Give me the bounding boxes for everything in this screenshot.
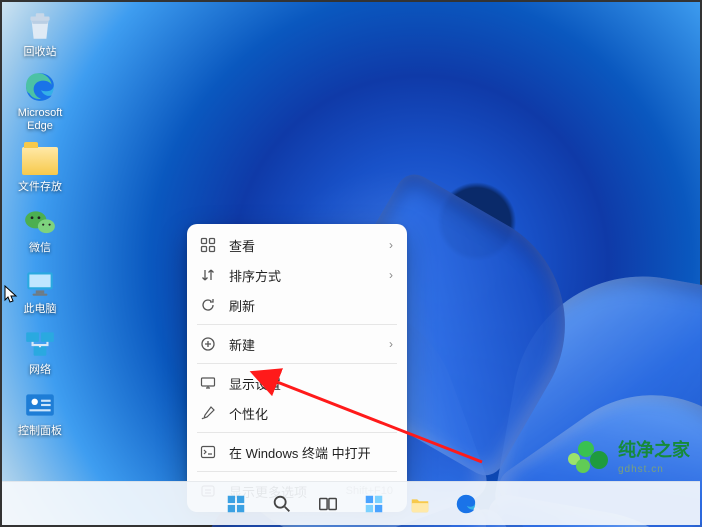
desktop-icon-control-panel[interactable]: 控制面板 — [10, 387, 70, 438]
watermark-url: gdhst.cn — [618, 464, 690, 475]
terminal-icon — [199, 443, 217, 461]
desktop-icon-recycle-bin[interactable]: 回收站 — [10, 8, 70, 59]
taskbar-start-button[interactable] — [216, 484, 256, 524]
taskbar-taskview-button[interactable] — [308, 484, 348, 524]
taskbar-widgets-button[interactable] — [354, 484, 394, 524]
file-explorer-icon — [409, 493, 431, 515]
edge-icon — [22, 69, 58, 105]
taskbar-search-button[interactable] — [262, 484, 302, 524]
menu-item-label: 个性化 — [229, 404, 393, 423]
menu-item-personalize[interactable]: 个性化 — [187, 398, 407, 428]
wechat-icon — [22, 204, 58, 240]
folder-icon — [22, 143, 58, 179]
chevron-right-icon: › — [389, 268, 393, 282]
watermark: 纯净之家 gdhst.cn — [568, 436, 690, 475]
brush-icon — [199, 404, 217, 422]
desktop-icon-label: 微信 — [29, 242, 51, 255]
menu-item-label: 查看 — [229, 236, 389, 255]
network-icon — [22, 326, 58, 362]
desktop-icon-label: 网络 — [29, 364, 51, 377]
desktop-icon-network[interactable]: 网络 — [10, 326, 70, 377]
menu-item-sort[interactable]: 排序方式 › — [187, 260, 407, 290]
menu-item-open-terminal[interactable]: 在 Windows 终端 中打开 — [187, 437, 407, 467]
desktop-icon-label: 此电脑 — [24, 303, 57, 316]
taskbar-edge-button[interactable] — [446, 484, 486, 524]
desktop-context-menu: 查看 › 排序方式 › 刷新 新建 › 显示设置 个性化 — [187, 224, 407, 512]
desktop-icon-label: 控制面板 — [18, 425, 62, 438]
widgets-icon — [363, 493, 385, 515]
start-icon — [225, 493, 247, 515]
desktop-icon-folder[interactable]: 文件存放 — [10, 143, 70, 194]
menu-item-label: 新建 — [229, 335, 389, 354]
recycle-bin-icon — [22, 8, 58, 44]
refresh-icon — [199, 296, 217, 314]
control-panel-icon — [22, 387, 58, 423]
taskbar — [2, 481, 700, 525]
taskbar-explorer-button[interactable] — [400, 484, 440, 524]
desktop-icon-label: 文件存放 — [18, 181, 62, 194]
menu-separator — [197, 363, 397, 364]
chevron-right-icon: › — [389, 238, 393, 252]
taskbar-center — [216, 484, 486, 524]
menu-item-view[interactable]: 查看 › — [187, 230, 407, 260]
desktop-icon-edge[interactable]: Microsoft Edge — [10, 69, 70, 133]
edge-icon — [455, 493, 477, 515]
watermark-name: 纯净之家 — [618, 436, 690, 462]
menu-item-label: 在 Windows 终端 中打开 — [229, 443, 393, 462]
menu-item-label: 排序方式 — [229, 266, 389, 285]
watermark-logo — [568, 439, 608, 473]
desktop-icon-this-pc[interactable]: 此电脑 — [10, 265, 70, 316]
grid-icon — [199, 236, 217, 254]
display-icon — [199, 374, 217, 392]
search-icon — [271, 493, 293, 515]
desktop[interactable]: 回收站 Microsoft Edge 文件存放 微信 此电脑 — [2, 2, 700, 525]
menu-item-refresh[interactable]: 刷新 — [187, 290, 407, 320]
desktop-icon-wechat[interactable]: 微信 — [10, 204, 70, 255]
plus-icon — [199, 335, 217, 353]
desktop-icon-label: 回收站 — [24, 46, 57, 59]
sort-icon — [199, 266, 217, 284]
menu-separator — [197, 324, 397, 325]
task-view-icon — [317, 493, 339, 515]
menu-item-label: 显示设置 — [229, 374, 393, 393]
menu-item-label: 刷新 — [229, 296, 393, 315]
menu-separator — [197, 471, 397, 472]
this-pc-icon — [22, 265, 58, 301]
menu-separator — [197, 432, 397, 433]
desktop-icon-column: 回收站 Microsoft Edge 文件存放 微信 此电脑 — [10, 8, 90, 448]
desktop-icon-label: Microsoft Edge — [18, 107, 63, 133]
chevron-right-icon: › — [389, 337, 393, 351]
menu-item-new[interactable]: 新建 › — [187, 329, 407, 359]
menu-item-display-settings[interactable]: 显示设置 — [187, 368, 407, 398]
